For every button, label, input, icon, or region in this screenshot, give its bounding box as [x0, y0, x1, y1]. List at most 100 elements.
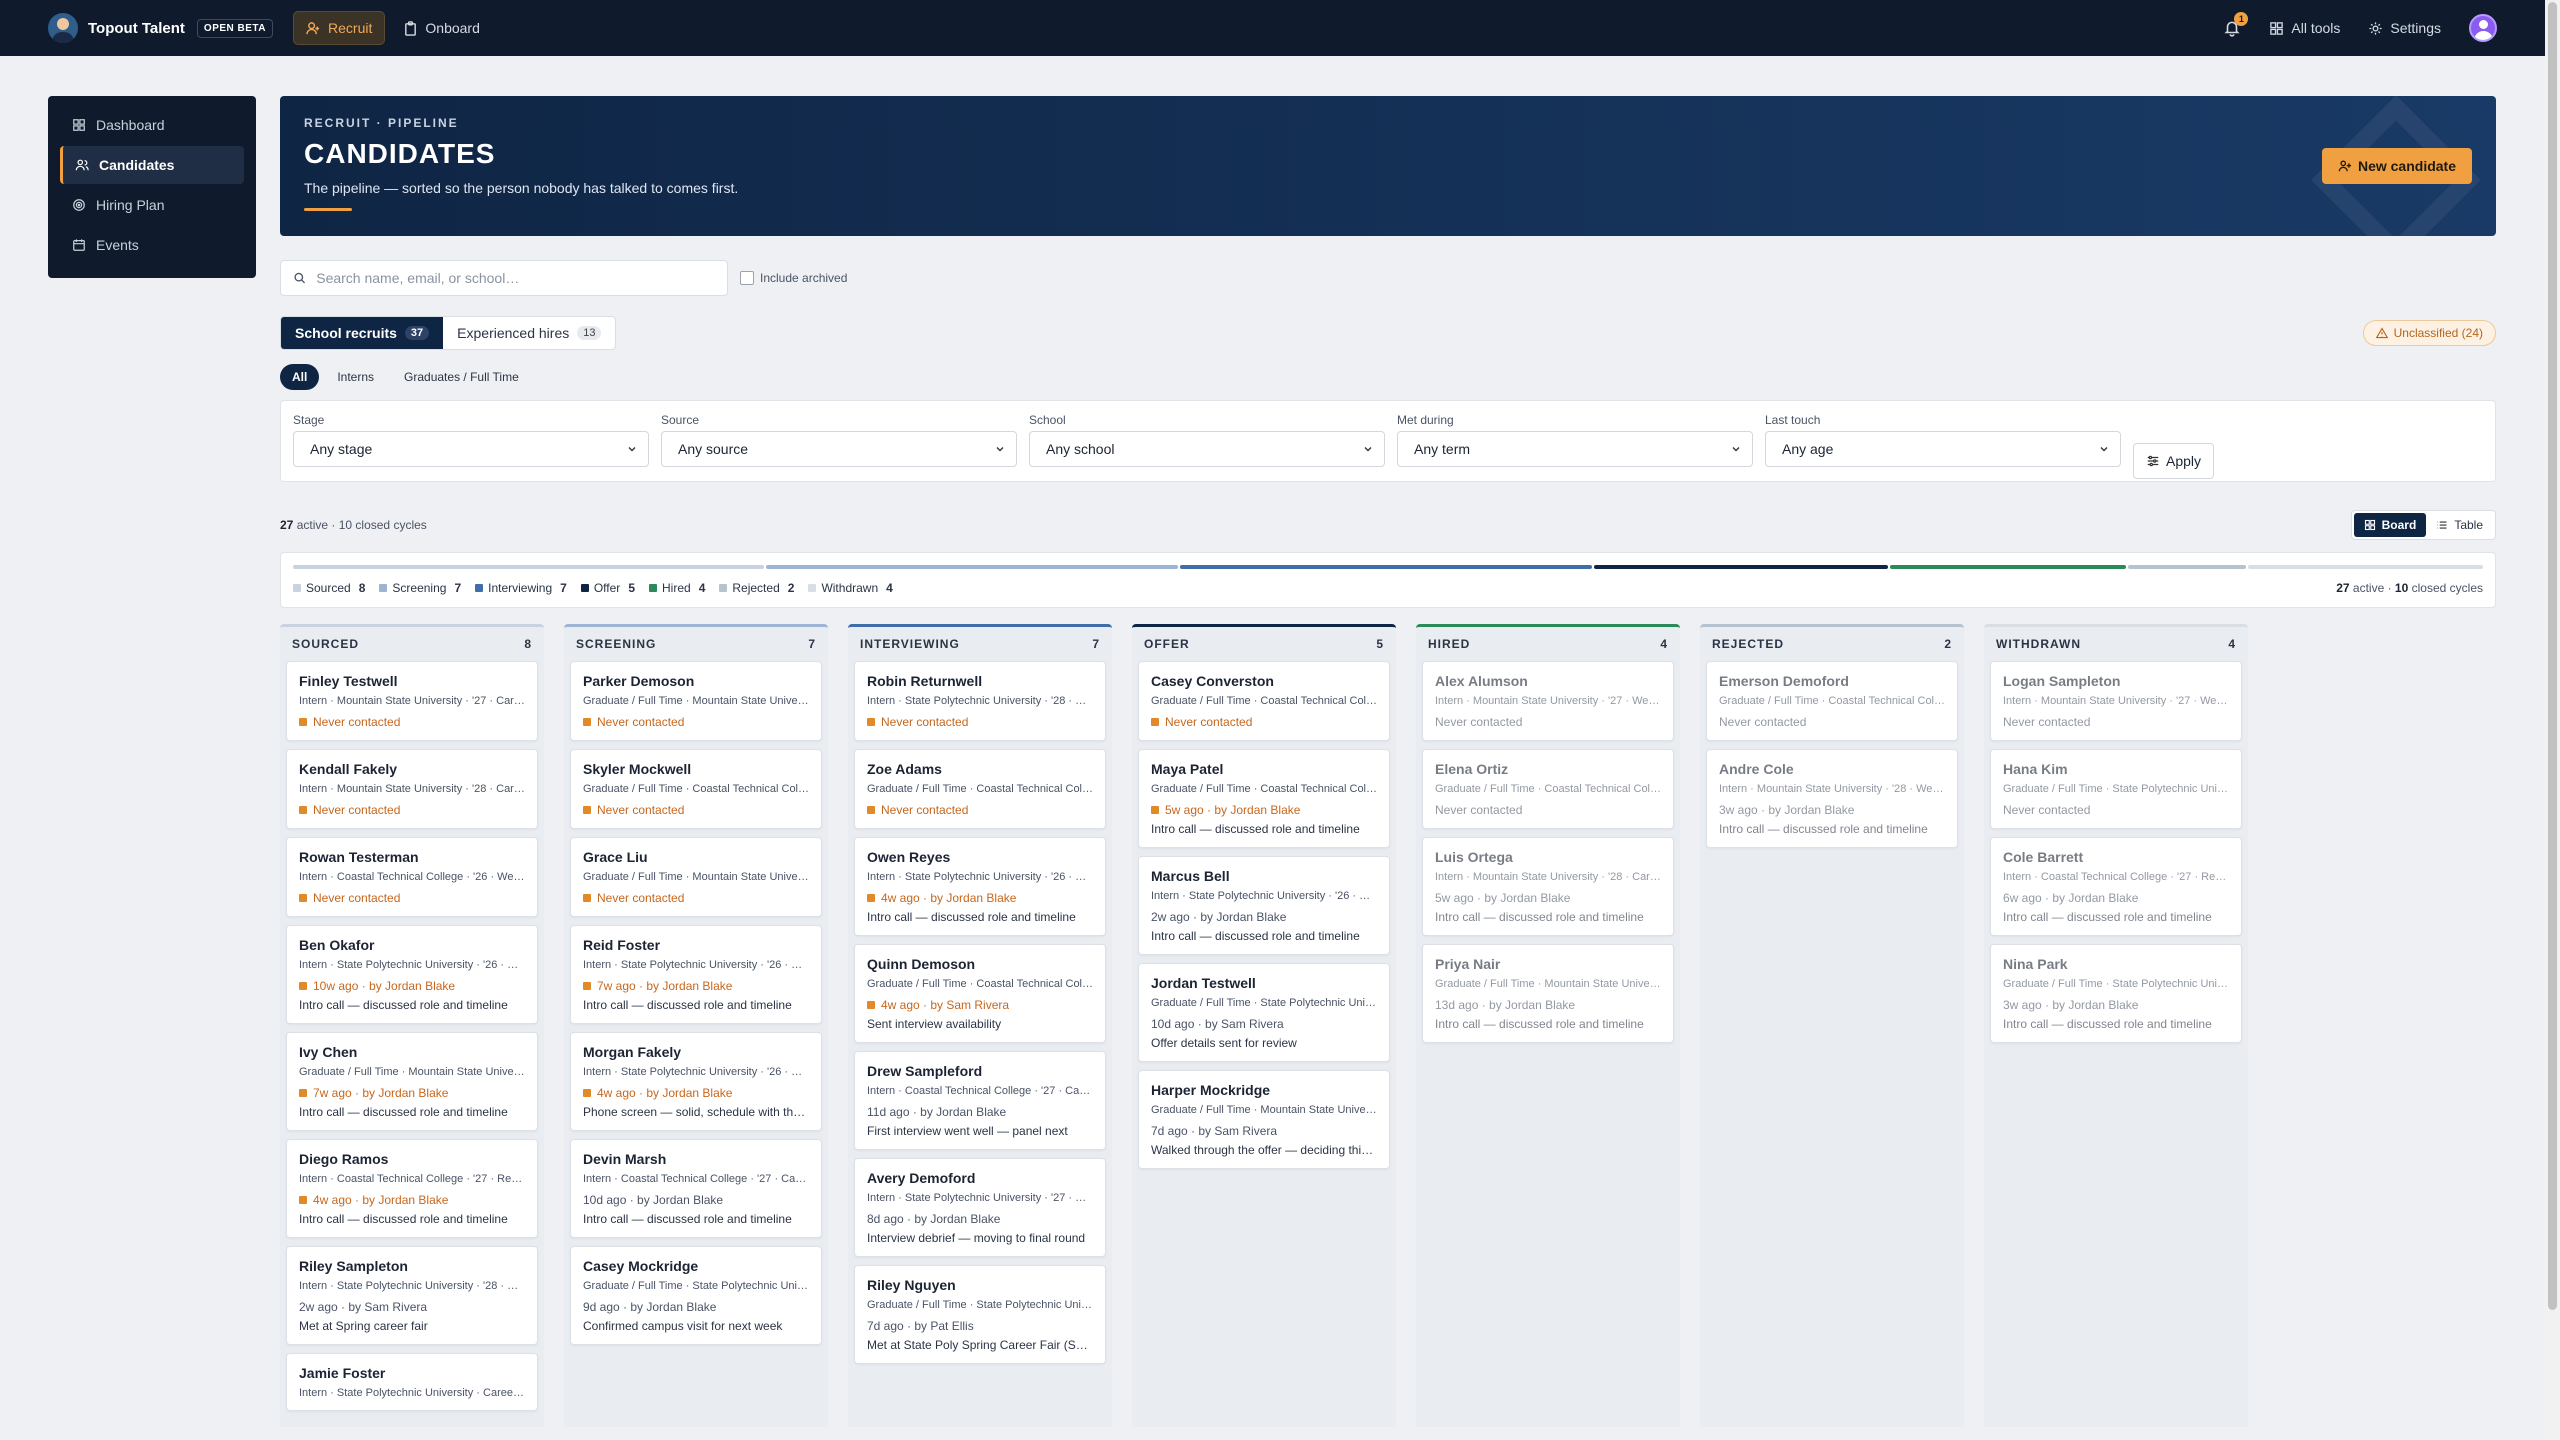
candidate-card[interactable]: Alex Alumson Intern · Mountain State Univ… — [1422, 661, 1674, 741]
legend-item[interactable]: Sourced 8 — [293, 581, 365, 595]
candidate-name[interactable]: Avery Demoford — [867, 1170, 1093, 1186]
candidate-card[interactable]: Harper Mockridge Graduate / Full Time · M… — [1138, 1070, 1390, 1169]
sidebar-item-candidates[interactable]: Candidates — [60, 146, 244, 184]
candidate-name[interactable]: Harper Mockridge — [1151, 1082, 1377, 1098]
candidate-name[interactable]: Zoe Adams — [867, 761, 1093, 777]
candidate-card[interactable]: Emerson Demoford Graduate / Full Time · C… — [1706, 661, 1958, 741]
candidate-card[interactable]: Avery Demoford Intern · State Polytechnic… — [854, 1158, 1106, 1257]
search-input[interactable] — [316, 270, 715, 286]
candidate-name[interactable]: Luis Ortega — [1435, 849, 1661, 865]
candidate-card[interactable]: Owen Reyes Intern · State Polytechnic Uni… — [854, 837, 1106, 936]
candidate-card[interactable]: Luis Ortega Intern · Mountain State Unive… — [1422, 837, 1674, 936]
candidate-name[interactable]: Ivy Chen — [299, 1044, 525, 1060]
candidate-name[interactable]: Maya Patel — [1151, 761, 1377, 777]
brand-logo[interactable] — [48, 13, 78, 43]
search-box[interactable] — [280, 260, 728, 296]
candidate-card[interactable]: Hana Kim Graduate / Full Time · State Pol… — [1990, 749, 2242, 829]
candidate-name[interactable]: Owen Reyes — [867, 849, 1093, 865]
candidate-card[interactable]: Skyler Mockwell Graduate / Full Time · Co… — [570, 749, 822, 829]
legend-item[interactable]: Withdrawn 4 — [808, 581, 893, 595]
candidate-name[interactable]: Jamie Foster — [299, 1365, 525, 1381]
candidate-card[interactable]: Zoe Adams Graduate / Full Time · Coastal … — [854, 749, 1106, 829]
nav-onboard[interactable]: Onboard — [391, 12, 491, 44]
pill-graduates[interactable]: Graduates / Full Time — [392, 364, 531, 390]
legend-item[interactable]: Interviewing 7 — [475, 581, 567, 595]
candidate-card[interactable]: Grace Liu Graduate / Full Time · Mountain… — [570, 837, 822, 917]
all-tools-button[interactable]: All tools — [2269, 20, 2340, 36]
pill-all[interactable]: All — [280, 364, 320, 390]
legend-item[interactable]: Rejected 2 — [719, 581, 794, 595]
sidebar-item-dashboard[interactable]: Dashboard — [60, 106, 244, 144]
candidate-name[interactable]: Marcus Bell — [1151, 868, 1377, 884]
candidate-card[interactable]: Maya Patel Graduate / Full Time · Coastal… — [1138, 749, 1390, 848]
candidate-name[interactable]: Finley Testwell — [299, 673, 525, 689]
legend-item[interactable]: Screening 7 — [379, 581, 461, 595]
candidate-card[interactable]: Drew Sampleford Intern · Coastal Technica… — [854, 1051, 1106, 1150]
candidate-card[interactable]: Elena Ortiz Graduate / Full Time · Coasta… — [1422, 749, 1674, 829]
candidate-card[interactable]: Reid Foster Intern · State Polytechnic Un… — [570, 925, 822, 1024]
candidate-card[interactable]: Riley Nguyen Graduate / Full Time · State… — [854, 1265, 1106, 1364]
sidebar-item-hiring-plan[interactable]: Hiring Plan — [60, 186, 244, 224]
candidate-card[interactable]: Casey Mockridge Graduate / Full Time · St… — [570, 1246, 822, 1345]
tab-experienced-hires[interactable]: Experienced hires 13 — [443, 317, 615, 349]
candidate-card[interactable]: Parker Demoson Graduate / Full Time · Mou… — [570, 661, 822, 741]
candidate-name[interactable]: Riley Sampleton — [299, 1258, 525, 1274]
candidate-name[interactable]: Quinn Demoson — [867, 956, 1093, 972]
candidate-name[interactable]: Nina Park — [2003, 956, 2229, 972]
candidate-name[interactable]: Elena Ortiz — [1435, 761, 1661, 777]
candidate-card[interactable]: Morgan Fakely Intern · State Polytechnic … — [570, 1032, 822, 1131]
page-scrollbar[interactable] — [2545, 0, 2560, 1440]
pill-interns[interactable]: Interns — [325, 364, 386, 390]
candidate-card[interactable]: Finley Testwell Intern · Mountain State U… — [286, 661, 538, 741]
source-select[interactable]: Any source — [661, 431, 1017, 467]
unclassified-button[interactable]: Unclassified (24) — [2362, 320, 2496, 346]
candidate-card[interactable]: Riley Sampleton Intern · State Polytechni… — [286, 1246, 538, 1345]
candidate-card[interactable]: Diego Ramos Intern · Coastal Technical Co… — [286, 1139, 538, 1238]
candidate-card[interactable]: Jamie Foster Intern · State Polytechnic U… — [286, 1353, 538, 1411]
school-select[interactable]: Any school — [1029, 431, 1385, 467]
candidate-name[interactable]: Ben Okafor — [299, 937, 525, 953]
notifications-button[interactable]: 1 — [2223, 12, 2249, 37]
stage-select[interactable]: Any stage — [293, 431, 649, 467]
include-archived-toggle[interactable]: Include archived — [740, 271, 847, 285]
board-view-button[interactable]: Board — [2353, 513, 2427, 537]
candidate-name[interactable]: Cole Barrett — [2003, 849, 2229, 865]
met-during-select[interactable]: Any term — [1397, 431, 1753, 467]
candidate-name[interactable]: Alex Alumson — [1435, 673, 1661, 689]
candidate-name[interactable]: Riley Nguyen — [867, 1277, 1093, 1293]
candidate-name[interactable]: Kendall Fakely — [299, 761, 525, 777]
candidate-name[interactable]: Logan Sampleton — [2003, 673, 2229, 689]
legend-item[interactable]: Offer 5 — [580, 581, 635, 595]
candidate-card[interactable]: Logan Sampleton Intern · Mountain State U… — [1990, 661, 2242, 741]
nav-recruit[interactable]: Recruit — [293, 11, 386, 45]
candidate-card[interactable]: Kendall Fakely Intern · Mountain State Un… — [286, 749, 538, 829]
settings-button[interactable]: Settings — [2368, 20, 2441, 36]
candidate-name[interactable]: Skyler Mockwell — [583, 761, 809, 777]
candidate-card[interactable]: Cole Barrett Intern · Coastal Technical C… — [1990, 837, 2242, 936]
include-archived-checkbox[interactable] — [740, 271, 754, 285]
legend-item[interactable]: Hired 4 — [649, 581, 705, 595]
candidate-name[interactable]: Andre Cole — [1719, 761, 1945, 777]
sidebar-item-events[interactable]: Events — [60, 226, 244, 264]
candidate-name[interactable]: Devin Marsh — [583, 1151, 809, 1167]
candidate-name[interactable]: Morgan Fakely — [583, 1044, 809, 1060]
candidate-card[interactable]: Ivy Chen Graduate / Full Time · Mountain … — [286, 1032, 538, 1131]
candidate-name[interactable]: Emerson Demoford — [1719, 673, 1945, 689]
candidate-name[interactable]: Grace Liu — [583, 849, 809, 865]
apply-filters-button[interactable]: Apply — [2133, 443, 2215, 479]
new-candidate-button[interactable]: New candidate — [2321, 148, 2472, 184]
candidate-name[interactable]: Casey Converston — [1151, 673, 1377, 689]
candidate-card[interactable]: Jordan Testwell Graduate / Full Time · St… — [1138, 963, 1390, 1062]
candidate-name[interactable]: Hana Kim — [2003, 761, 2229, 777]
candidate-name[interactable]: Diego Ramos — [299, 1151, 525, 1167]
candidate-name[interactable]: Parker Demoson — [583, 673, 809, 689]
scrollbar-thumb[interactable] — [2548, 2, 2557, 1310]
candidate-name[interactable]: Jordan Testwell — [1151, 975, 1377, 991]
tab-school-recruits[interactable]: School recruits 37 — [281, 317, 444, 349]
candidate-card[interactable]: Ben Okafor Intern · State Polytechnic Uni… — [286, 925, 538, 1024]
candidate-card[interactable]: Quinn Demoson Graduate / Full Time · Coas… — [854, 944, 1106, 1043]
candidate-name[interactable]: Priya Nair — [1435, 956, 1661, 972]
candidate-card[interactable]: Priya Nair Graduate / Full Time · Mountai… — [1422, 944, 1674, 1043]
last-touch-select[interactable]: Any age — [1765, 431, 2121, 467]
candidate-card[interactable]: Robin Returnwell Intern · State Polytechn… — [854, 661, 1106, 741]
